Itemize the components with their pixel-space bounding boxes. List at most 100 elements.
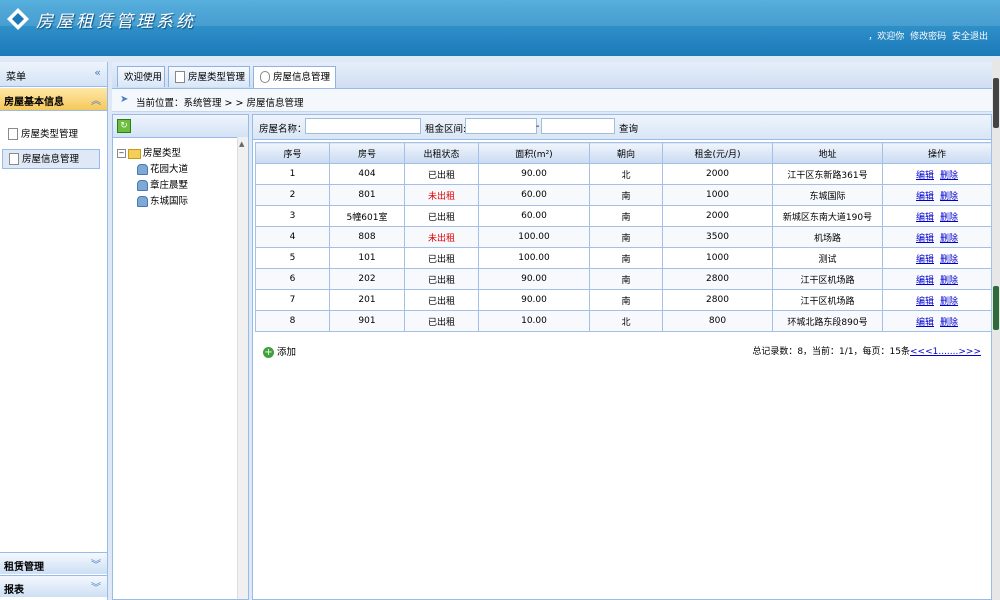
house-table: 序号 房号 出租状态 面积(m²) 朝向 租金(元/月) 地址 操作 1 404 已… — [255, 142, 992, 332]
add-button[interactable]: + 添加 — [263, 344, 296, 358]
tab-welcome[interactable]: 欢迎使用 — [117, 66, 165, 87]
table-row[interactable]: 8 901 已出租 10.00 北 800 环城北路东段890号 编辑 删除 — [255, 310, 992, 332]
delete-link[interactable]: 删除 — [940, 171, 958, 181]
pagination-links[interactable]: <<<1.......>>> — [910, 347, 981, 357]
menu-panel-header: 菜单 « — [0, 62, 107, 87]
edit-link[interactable]: 编辑 — [916, 297, 934, 307]
logout-link[interactable]: 安全退出 — [952, 32, 988, 42]
cell-row-number: 5 — [255, 247, 330, 269]
table-row[interactable]: 5 101 已出租 100.00 南 1000 测试 编辑 删除 — [255, 247, 992, 269]
column-header[interactable]: 操作 — [882, 142, 992, 164]
scrollbar-thumb[interactable] — [993, 78, 999, 128]
column-header[interactable]: 地址 — [772, 142, 883, 164]
delete-link[interactable]: 删除 — [940, 297, 958, 307]
collapse-left-icon[interactable]: « — [94, 66, 101, 79]
tab-bar: 欢迎使用 房屋类型管理 × 房屋信息管理 × — [112, 62, 992, 89]
close-icon[interactable]: × — [323, 67, 331, 88]
cell-rent: 1000 — [662, 184, 773, 206]
table-row[interactable]: 4 808 未出租 100.00 南 3500 机场路 编辑 删除 — [255, 226, 992, 248]
cell-rent: 2800 — [662, 289, 773, 311]
table-row[interactable]: 1 404 已出租 90.00 北 2000 江干区东新路361号 编辑 删除 — [255, 163, 992, 185]
close-icon[interactable]: × — [237, 67, 245, 88]
column-header[interactable]: 序号 — [255, 142, 330, 164]
edit-link[interactable]: 编辑 — [916, 171, 934, 181]
cell-rental-status: 未出租 — [404, 184, 479, 206]
house-name-label: 房屋名称： — [259, 124, 307, 135]
tree-child-node[interactable]: 东城国际 — [137, 193, 188, 207]
delete-link[interactable]: 删除 — [940, 213, 958, 223]
tab-house-info[interactable]: 房屋信息管理 × — [253, 66, 336, 88]
section-lease-management[interactable]: 租赁管理 ︾ — [0, 552, 107, 574]
column-header[interactable]: 租金(元/月) — [662, 142, 773, 164]
table-row[interactable]: 2 801 未出租 60.00 南 1000 东城国际 编辑 删除 — [255, 184, 992, 206]
window-scrollbar[interactable] — [992, 60, 1000, 600]
edit-link[interactable]: 编辑 — [916, 234, 934, 244]
tree-root-node[interactable]: − 房屋类型 — [117, 145, 181, 159]
column-header[interactable]: 出租状态 — [404, 142, 479, 164]
cell-row-number: 4 — [255, 226, 330, 248]
chevron-down-icon[interactable]: ︾ — [91, 579, 101, 594]
column-header[interactable]: 朝向 — [589, 142, 663, 164]
menu-panel-title: 菜单 — [6, 72, 26, 83]
cell-row-number: 7 — [255, 289, 330, 311]
sidebar-item-house-info[interactable]: 房屋信息管理 — [2, 149, 100, 169]
table-row[interactable]: 3 5幢601室 已出租 60.00 南 2000 新城区东南大道190号 编辑 删除 — [255, 205, 992, 227]
table-row[interactable]: 6 202 已出租 90.00 南 2800 江干区机场路 编辑 删除 — [255, 268, 992, 290]
cell-actions: 编辑 删除 — [882, 226, 992, 248]
document-icon — [9, 152, 19, 165]
cell-address: 机场路 — [772, 226, 883, 248]
edit-link[interactable]: 编辑 — [916, 318, 934, 328]
folder-icon — [128, 148, 141, 159]
sidebar-item-label: 房屋类型管理 — [21, 129, 79, 140]
cell-room-number: 901 — [329, 310, 405, 332]
scrollbar-thumb[interactable] — [993, 286, 999, 330]
edit-link[interactable]: 编辑 — [916, 255, 934, 265]
cell-row-number: 1 — [255, 163, 330, 185]
cell-area: 90.00 — [478, 289, 590, 311]
delete-link[interactable]: 删除 — [940, 192, 958, 202]
pagination-summary: 总记录数：8，当前：1/1，每页：15条 — [752, 347, 910, 357]
edit-link[interactable]: 编辑 — [916, 192, 934, 202]
delete-link[interactable]: 删除 — [940, 255, 958, 265]
refresh-icon[interactable]: ↻ — [117, 119, 131, 133]
app-header: 房屋租赁管理系统 ，欢迎你 修改密码 安全退出 — [0, 0, 1000, 56]
column-header[interactable]: 面积(m²) — [478, 142, 590, 164]
cell-area: 100.00 — [478, 226, 590, 248]
add-label: 添加 — [277, 347, 297, 358]
delete-link[interactable]: 删除 — [940, 318, 958, 328]
delete-link[interactable]: 删除 — [940, 234, 958, 244]
rent-max-input[interactable] — [541, 118, 615, 134]
cell-actions: 编辑 删除 — [882, 205, 992, 227]
location-icon: ➤ — [120, 94, 129, 105]
scroll-up-icon[interactable]: ▲ — [239, 140, 244, 148]
cell-room-number: 101 — [329, 247, 405, 269]
rent-min-input[interactable] — [465, 118, 537, 134]
edit-link[interactable]: 编辑 — [916, 213, 934, 223]
cell-rental-status: 已出租 — [404, 268, 479, 290]
cell-facing: 南 — [589, 268, 663, 290]
cell-rental-status: 已出租 — [404, 205, 479, 227]
delete-link[interactable]: 删除 — [940, 276, 958, 286]
column-header[interactable]: 房号 — [329, 142, 405, 164]
chevron-down-icon[interactable]: ︾ — [91, 556, 101, 571]
cell-area: 60.00 — [478, 184, 590, 206]
collapse-toggle-icon[interactable]: − — [117, 149, 126, 158]
section-reports[interactable]: 报表 ︾ — [0, 575, 107, 597]
section-house-basic[interactable]: 房屋基本信息 ︽ — [0, 88, 107, 111]
chevron-up-icon[interactable]: ︽ — [91, 92, 101, 107]
sidebar-item-house-type[interactable]: 房屋类型管理 — [2, 125, 100, 145]
tree-scrollbar[interactable]: ▲ — [237, 137, 248, 599]
table-row[interactable]: 7 201 已出租 90.00 南 2800 江干区机场路 编辑 删除 — [255, 289, 992, 311]
tab-label: 房屋信息管理 — [273, 72, 331, 83]
pagination: 总记录数：8，当前：1/1，每页：15条<<<1.......>>> — [752, 344, 981, 357]
house-name-input[interactable] — [305, 118, 421, 134]
change-password-link[interactable]: 修改密码 — [910, 32, 946, 42]
tree-child-node[interactable]: 花园大道 — [137, 161, 188, 175]
edit-link[interactable]: 编辑 — [916, 276, 934, 286]
query-button[interactable]: 查询 — [619, 121, 638, 135]
cell-row-number: 8 — [255, 310, 330, 332]
tab-label: 欢迎使用 — [124, 72, 163, 83]
cell-actions: 编辑 删除 — [882, 163, 992, 185]
tab-house-type[interactable]: 房屋类型管理 × — [168, 66, 250, 87]
tree-child-node[interactable]: 章庄晨墅 — [137, 177, 188, 191]
